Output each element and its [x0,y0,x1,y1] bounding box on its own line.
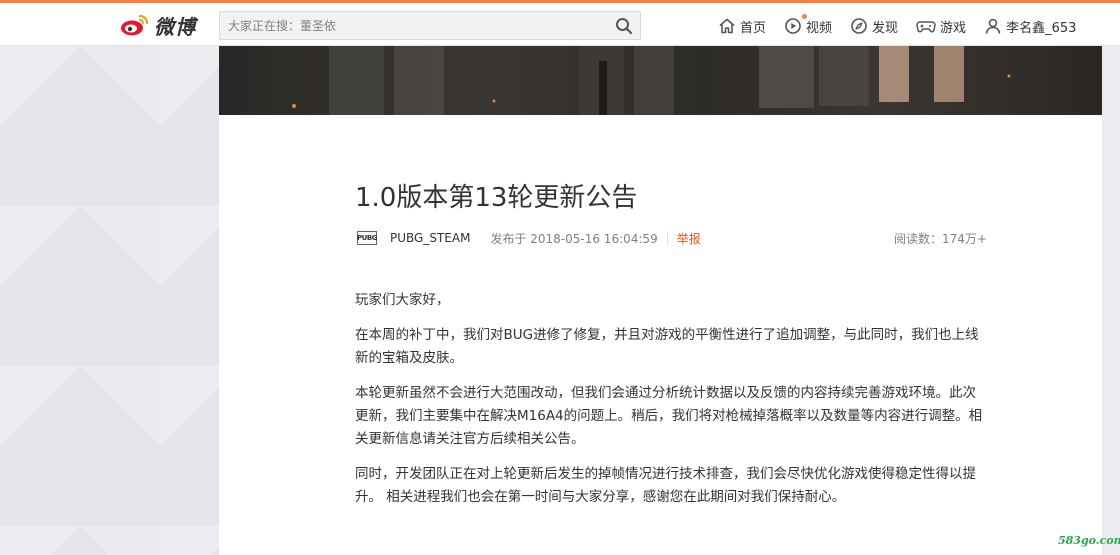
paragraph: 同时，开发团队正在对上轮更新后发生的掉帧情况进行技术排查，我们会尽快优化游戏使得… [355,466,976,505]
home-icon [719,18,735,34]
read-count: 阅读数：174万+ [894,231,987,246]
notification-dot [802,13,808,19]
weibo-logo[interactable]: 微博 [120,11,196,39]
left-background [0,46,219,555]
nav-item-discover[interactable]: 发现 [850,17,898,36]
weibo-eye-icon [121,14,149,36]
report-link[interactable]: 举报 [677,230,701,247]
article-meta: PUBG PUBG_STEAM 发布于 2018-05-16 16:04:59 … [357,228,987,248]
article-body: 玩家们大家好， 在本周的补丁中，我们对BUG进修了修复，并且对游戏的平衡性进行了… [355,289,987,521]
nav-item-game[interactable]: 游戏 [916,17,966,36]
user-icon [985,18,1001,34]
paragraph: 在本周的补丁中，我们对BUG进修了修复，并且对游戏的平衡性进行了追加调整，与此同… [355,327,979,366]
nav-item-home[interactable]: 首页 [718,17,766,36]
meta-divider [666,231,668,245]
search-input[interactable] [220,12,600,39]
cover-figures [292,46,1011,115]
nav-item-label: 视频 [806,20,833,36]
user-name: 李名鑫_653 [1006,20,1077,36]
nav-item-label: 发现 [872,20,899,36]
video-icon [785,18,801,34]
search-box [219,11,641,40]
discover-icon [851,18,867,34]
paragraph: 玩家们大家好， [355,292,450,308]
right-background [1102,46,1120,555]
author-name[interactable]: PUBG_STEAM [390,231,470,245]
search-icon [616,18,633,35]
nav-item-label: 游戏 [940,20,967,36]
nav-item-video[interactable]: 视频 [784,13,833,36]
site-watermark: 583go.com [1058,534,1120,547]
logo-text: 微博 [154,14,196,39]
game-icon [916,21,936,33]
publish-time: 发布于 2018-05-16 16:04:59 [490,231,658,246]
article-panel: 1.0版本第13轮更新公告 PUBG PUBG_STEAM 发布于 2018-0… [219,115,1102,555]
article-cover-image [219,46,1102,115]
nav-menu: 首页 视频 发现 游戏 李名鑫_653 [718,13,1076,37]
nav-item-user[interactable]: 李名鑫_653 [984,17,1076,36]
nav-item-label: 首页 [740,20,767,36]
article-title: 1.0版本第13轮更新公告 [355,183,638,213]
search-button[interactable] [614,16,634,36]
top-navbar: 微博 首页 视频 [0,3,1120,46]
author-avatar[interactable]: PUBG [357,231,377,245]
paragraph: 本轮更新虽然不会进行大范围改动，但我们会通过分析统计数据以及反馈的内容持续完善游… [355,385,983,447]
